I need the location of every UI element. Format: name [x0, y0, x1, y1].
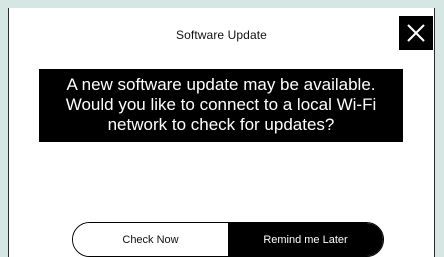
dialog-title: Software Update	[176, 28, 267, 42]
check-now-button[interactable]: Check Now	[73, 223, 228, 256]
message-line-3: network to check for updates?	[107, 115, 335, 134]
close-button[interactable]	[399, 16, 433, 50]
update-message: A new software update may be available. …	[39, 69, 403, 142]
close-icon	[407, 24, 425, 42]
software-update-dialog: Software Update A new software update ma…	[8, 8, 435, 257]
message-line-2: Would you like to connect to a local Wi-…	[65, 95, 377, 114]
screen-background: Software Update A new software update ma…	[0, 0, 444, 257]
remind-later-button[interactable]: Remind me Later	[228, 223, 383, 256]
action-buttons: Check Now Remind me Later	[72, 222, 384, 257]
message-line-1: A new software update may be available.	[66, 75, 376, 94]
